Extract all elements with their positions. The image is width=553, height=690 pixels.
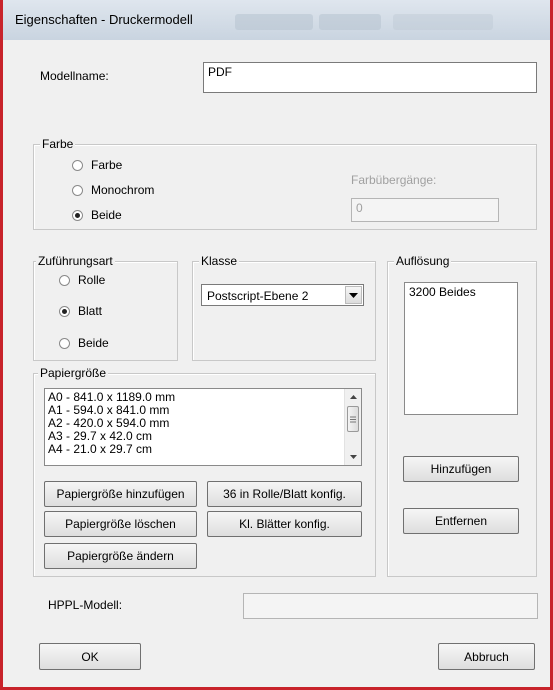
papiergroesse-loeschen-button[interactable]: Papiergröße löschen [44,511,197,537]
scroll-thumb[interactable] [347,406,359,432]
klasse-group: Klasse [192,254,376,361]
radio-zufuehrung-beide[interactable]: Beide [59,336,109,350]
radio-label: Beide [91,208,122,222]
papiergroesse-list[interactable]: A0 - 841.0 x 1189.0 mm A1 - 594.0 x 841.… [44,388,362,466]
radio-label: Monochrom [91,183,155,197]
zufuehrungsart-group-title: Zuführungsart [36,254,115,268]
ok-button[interactable]: OK [39,643,141,670]
abbruch-button[interactable]: Abbruch [438,643,535,670]
scroll-down-arrow-icon[interactable] [345,449,361,465]
radio-circle-checked [59,305,70,317]
radio-label: Farbe [91,158,123,172]
klasse-select-value: Postscript-Ebene 2 [207,289,309,303]
title-bar[interactable]: Eigenschaften - Druckermodell [3,0,550,40]
radio-circle [72,159,83,171]
chevron-down-icon[interactable] [345,286,362,304]
modellname-label: Modellname: [40,69,109,83]
radio-circle-checked [72,209,83,221]
hppl-modell-input[interactable] [243,593,538,619]
radio-circle [59,337,70,349]
radio-farbe-monochrom[interactable]: Monochrom [72,183,154,197]
dialog-client-area: Modellname: PDF Farbe Farbe Monochrom Be… [6,40,547,687]
radio-zufuehrung-rolle[interactable]: Rolle [59,273,105,287]
aufloesung-group-title: Auflösung [394,254,452,268]
dialog-window: Eigenschaften - Druckermodell Modellname… [0,0,553,690]
radio-label: Blatt [78,304,103,318]
radio-label: Rolle [78,273,106,287]
background-tab-blur [319,14,381,30]
modellname-input[interactable]: PDF [203,62,537,93]
radio-zufuehrung-blatt[interactable]: Blatt [59,304,102,318]
background-tab-blur [235,14,313,30]
hppl-modell-label: HPPL-Modell: [48,598,123,612]
list-item[interactable]: 3200 Beides [405,283,517,299]
papiergroesse-scrollbar[interactable] [344,389,361,465]
scroll-up-arrow-icon[interactable] [345,389,361,405]
farbuebergaenge-input[interactable]: 0 [351,198,499,222]
radio-label: Beide [78,336,109,350]
radio-farbe-beide[interactable]: Beide [72,208,122,222]
farbe-group-title: Farbe [40,137,76,151]
window-title: Eigenschaften - Druckermodell [15,12,193,27]
entfernen-button[interactable]: Entfernen [403,508,519,534]
papiergroesse-aendern-button[interactable]: Papiergröße ändern [44,543,197,569]
hinzufuegen-button[interactable]: Hinzufügen [403,456,519,482]
klasse-select[interactable]: Postscript-Ebene 2 [201,284,364,306]
radio-farbe-farbe[interactable]: Farbe [72,158,122,172]
radio-circle [59,274,70,286]
background-tab-blur [393,14,493,30]
radio-circle [72,184,83,196]
rolle-blatt-konfig-button[interactable]: 36 in Rolle/Blatt konfig. [207,481,362,507]
list-item[interactable]: A4 - 21.0 x 29.7 cm [45,443,361,456]
kl-blaetter-konfig-button[interactable]: Kl. Blätter konfig. [207,511,362,537]
aufloesung-list[interactable]: 3200 Beides [404,282,518,415]
papiergroesse-hinzufuegen-button[interactable]: Papiergröße hinzufügen [44,481,197,507]
papiergroesse-group-title: Papiergröße [38,366,109,380]
list-item[interactable]: A0 - 841.0 x 1189.0 mm [45,389,361,404]
farbuebergaenge-label: Farbübergänge: [351,173,437,187]
klasse-group-title: Klasse [199,254,240,268]
